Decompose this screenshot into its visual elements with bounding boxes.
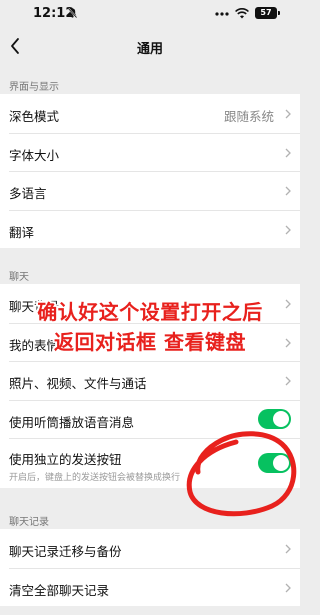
chevron-right-icon — [285, 583, 291, 592]
battery-icon: 57 — [255, 7, 280, 19]
section-header-history: 聊天记录 — [0, 508, 300, 528]
font-size-row[interactable]: 字体大小 — [0, 132, 300, 172]
row-label: 字体大小 — [9, 147, 60, 163]
language-row[interactable]: 多语言 — [0, 171, 300, 210]
toggle-knob — [273, 410, 289, 427]
chevron-right-icon — [285, 225, 291, 234]
row-label: 深色模式 — [9, 109, 60, 124]
row-description: 开启后，键盘上的发送按钮会被替换成换行 — [9, 473, 181, 483]
battery-level: 57 — [260, 8, 272, 17]
toggle-knob — [273, 455, 289, 471]
separate-send-button-row: 使用独立的发送按钮 开启后，键盘上的发送按钮会被替换成换行 — [0, 438, 300, 488]
signal-dots-icon — [215, 12, 229, 16]
row-label: 多语言 — [9, 186, 47, 201]
section-title: 聊天记录 — [9, 517, 49, 528]
translate-row[interactable]: 翻译 — [0, 209, 300, 249]
clear-chat-history-row[interactable]: 清空全部聊天记录 — [0, 567, 300, 607]
row-label: 翻译 — [9, 224, 35, 240]
wifi-icon — [235, 8, 249, 19]
section-title: 聊天 — [9, 272, 29, 283]
page-title: 通用 — [136, 42, 163, 57]
chevron-right-icon — [285, 109, 291, 119]
annotation-line-2: 返回对话框 查看键盘 — [54, 330, 246, 354]
row-label: 清空全部聊天记录 — [9, 582, 110, 598]
row-label: 使用独立的发送按钮 — [9, 452, 122, 467]
chevron-right-icon — [285, 148, 291, 157]
earpiece-toggle[interactable] — [258, 408, 291, 429]
dark-mode-row[interactable]: 深色模式 跟随系统 — [0, 94, 300, 133]
mute-bell-icon — [68, 8, 77, 18]
history-settings-group: 聊天记录迁移与备份 清空全部聊天记录 — [0, 529, 300, 606]
send-button-toggle[interactable] — [258, 453, 291, 473]
row-label: 照片、视频、文件与通话 — [9, 376, 147, 391]
media-files-calls-row[interactable]: 照片、视频、文件与通话 — [0, 361, 300, 400]
section-header-chat: 聊天 — [0, 263, 300, 283]
chevron-right-icon — [285, 544, 291, 554]
row-label: 使用听筒播放语音消息 — [9, 414, 135, 430]
section-title: 界面与显示 — [9, 82, 59, 93]
navigation-bar: 通用 — [0, 28, 300, 66]
earpiece-voice-row: 使用听筒播放语音消息 — [0, 399, 300, 439]
display-settings-group: 深色模式 跟随系统 字体大小 多语言 翻译 — [0, 94, 300, 248]
chevron-right-icon — [285, 376, 291, 386]
row-label: 聊天记录迁移与备份 — [9, 544, 122, 559]
status-bar: 12:12 57 — [0, 0, 300, 28]
chat-history-backup-row[interactable]: 聊天记录迁移与备份 — [0, 529, 300, 568]
annotation-line-1: 确认好这个设置打开之后 — [37, 300, 263, 324]
section-header-display: 界面与显示 — [0, 73, 300, 93]
row-value: 跟随系统 — [223, 109, 274, 124]
chevron-right-icon — [285, 186, 291, 196]
